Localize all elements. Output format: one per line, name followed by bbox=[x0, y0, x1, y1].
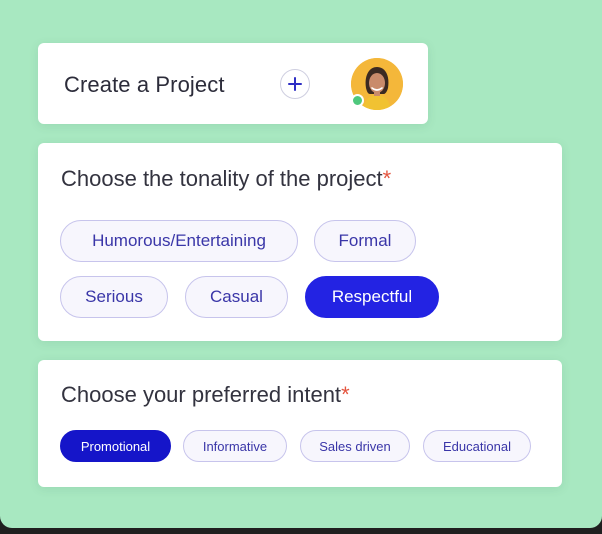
intent-chip-educational[interactable]: Educational bbox=[423, 430, 531, 462]
required-asterisk: * bbox=[341, 382, 350, 407]
app-canvas: Create a Project Choose the tonality of … bbox=[0, 0, 602, 528]
required-asterisk: * bbox=[382, 166, 392, 191]
intent-card: Choose your preferred intent* Promotiona… bbox=[38, 360, 562, 487]
chip-label: Humorous/Entertaining bbox=[92, 231, 266, 250]
intent-chip-promotional[interactable]: Promotional bbox=[60, 430, 171, 462]
plus-icon bbox=[288, 77, 302, 91]
add-project-button[interactable] bbox=[280, 69, 310, 99]
intent-chip-sales-driven[interactable]: Sales driven bbox=[300, 430, 410, 462]
tonality-card: Choose the tonality of the project* Humo… bbox=[38, 143, 562, 341]
tonality-title: Choose the tonality of the project* bbox=[61, 166, 391, 192]
intent-title-text: Choose your preferred intent bbox=[61, 382, 342, 407]
tonality-chip-formal[interactable]: Formal bbox=[314, 220, 416, 262]
tonality-chip-serious[interactable]: Serious bbox=[60, 276, 168, 318]
chip-label: Formal bbox=[338, 231, 392, 250]
chip-label: Respectful bbox=[331, 287, 413, 306]
chip-label: Sales driven bbox=[319, 438, 391, 454]
tonality-chip-humorous[interactable]: Humorous/Entertaining bbox=[60, 220, 298, 262]
intent-title: Choose your preferred intent* bbox=[61, 382, 350, 408]
tonality-chip-respectful[interactable]: Respectful bbox=[305, 276, 439, 318]
tonality-chip-casual[interactable]: Casual bbox=[185, 276, 288, 318]
tonality-title-text: Choose the tonality of the project bbox=[61, 166, 383, 191]
chip-label: Informative bbox=[202, 438, 268, 454]
chip-label: Educational bbox=[443, 438, 511, 454]
intent-chip-informative[interactable]: Informative bbox=[183, 430, 287, 462]
online-status-dot bbox=[351, 94, 364, 107]
create-project-card: Create a Project bbox=[38, 43, 428, 124]
chip-label: Casual bbox=[210, 287, 263, 306]
page-title: Create a Project bbox=[64, 72, 225, 97]
chip-label: Promotional bbox=[80, 438, 151, 454]
chip-label: Serious bbox=[85, 287, 143, 306]
